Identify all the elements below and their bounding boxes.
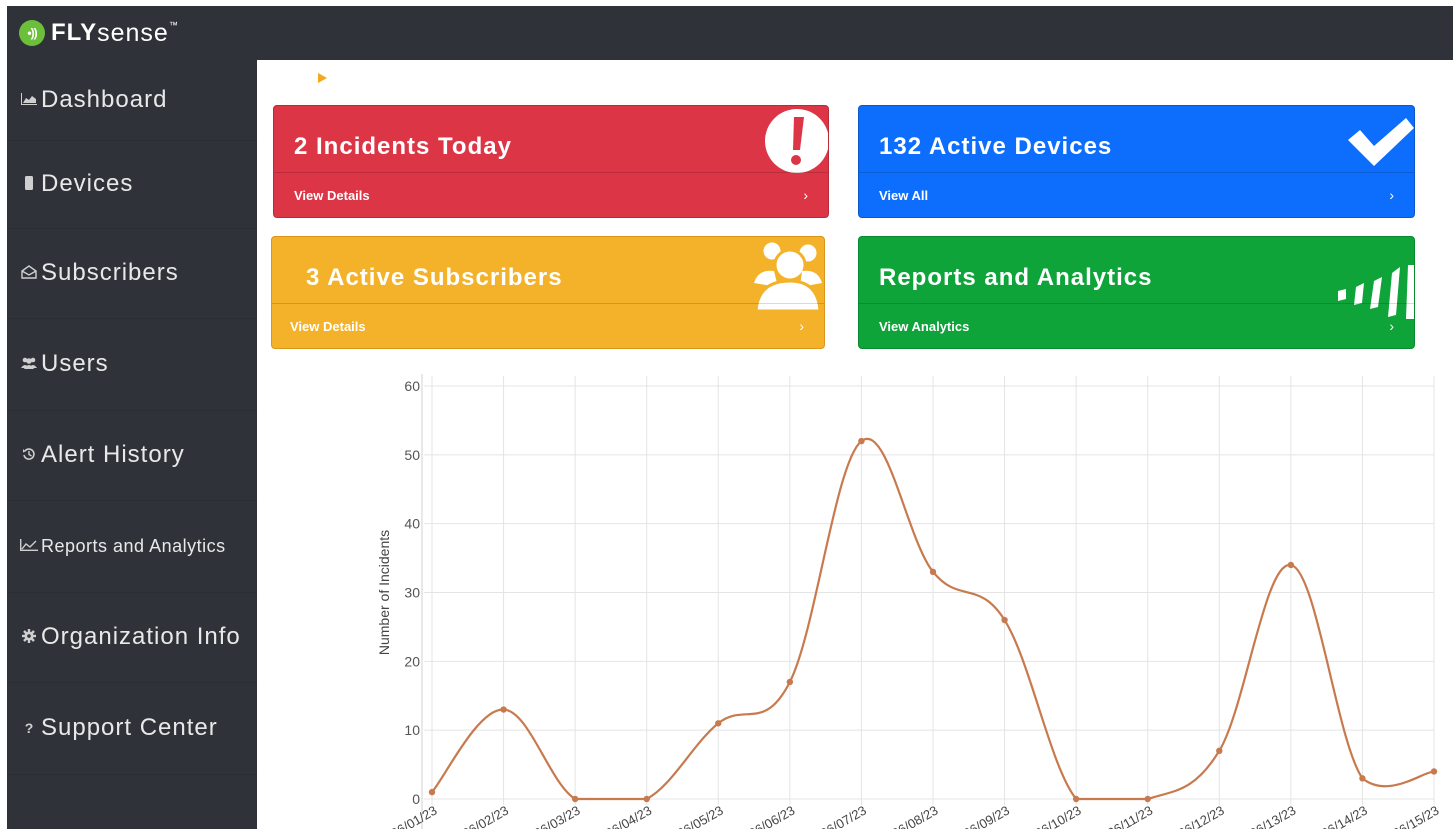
- y-axis-label: Number of Incidents: [376, 530, 392, 655]
- devices-card-title: 132 Active Devices: [879, 133, 1113, 160]
- envelope-icon: [19, 264, 39, 282]
- sidebar-item-label: Subscribers: [41, 259, 179, 286]
- device-icon: [19, 175, 39, 193]
- area-chart-icon: [19, 92, 39, 108]
- x-tick-label: 06/09/23: [961, 803, 1012, 829]
- data-point: [428, 788, 436, 796]
- sidebar-item-label: Users: [41, 350, 109, 377]
- x-tick-label: 06/13/23: [1247, 803, 1298, 829]
- data-point: [571, 795, 579, 803]
- y-tick-label: 50: [404, 447, 420, 463]
- data-point: [1216, 747, 1223, 755]
- data-point: [786, 678, 794, 686]
- sidebar-item-organization-info[interactable]: Organization Info: [7, 592, 257, 683]
- data-point: [858, 437, 865, 445]
- x-tick-label: 06/05/23: [674, 803, 725, 829]
- x-tick-label: 06/08/23: [889, 803, 940, 829]
- data-point: [715, 720, 722, 727]
- subscribers-card[interactable]: 3 Active Subscribers View Details ›: [271, 236, 825, 349]
- brand-name-light: sense: [97, 18, 169, 47]
- checkmark-icon: [1346, 118, 1414, 173]
- chevron-right-icon: ›: [799, 318, 804, 334]
- sidebar-item-label: Alert History: [41, 441, 185, 468]
- chevron-right-icon: ›: [1389, 187, 1394, 203]
- y-tick-label: 60: [404, 378, 420, 394]
- y-tick-label: 10: [404, 722, 420, 738]
- card-link-label: View All: [879, 187, 929, 203]
- x-tick-label: 06/07/23: [818, 803, 869, 829]
- data-point: [1287, 561, 1295, 569]
- users-icon: [19, 356, 39, 372]
- data-point: [1144, 795, 1151, 803]
- question-icon: ?: [24, 720, 34, 736]
- data-point: [500, 706, 507, 713]
- brand-name-bold: FLY: [51, 19, 98, 46]
- card-link-label: View Analytics: [879, 318, 970, 334]
- data-point: [1001, 616, 1008, 624]
- incidents-line-chart: 0 10 20 30 40 50 60 Number of Incidents 06/01/23…: [362, 368, 1453, 829]
- data-point: [643, 795, 650, 803]
- data-point: [929, 568, 937, 576]
- chevron-right-icon: ›: [803, 187, 808, 203]
- x-tick-label: 06/02/23: [460, 803, 511, 829]
- trademark-symbol: ™: [168, 20, 178, 30]
- sidebar-item-label: Reports and Analytics: [41, 535, 226, 556]
- subscribers-card-title: 3 Active Subscribers: [306, 264, 563, 291]
- sidebar-item-dashboard[interactable]: Dashboard: [7, 60, 257, 141]
- main-content: 2 Incidents Today View Details › 132 Act…: [257, 60, 1453, 829]
- sidebar-item-label: Organization Info: [41, 623, 241, 650]
- top-bar: •)) FLY sense ™: [7, 6, 1453, 60]
- x-tick-label: 06/03/23: [531, 803, 582, 829]
- chart-svg: 0102030405060Number of Incidents06/01/23…: [376, 374, 1442, 829]
- y-tick-label: 40: [404, 516, 420, 532]
- sidebar: Dashboard Devices Subscribers Users Aler…: [7, 60, 257, 829]
- reports-card-title: Reports and Analytics: [879, 264, 1153, 291]
- sidebar-item-subscribers[interactable]: Subscribers: [7, 228, 257, 319]
- y-tick-label: 20: [404, 653, 420, 669]
- sidebar-item-label: Support Center: [41, 714, 218, 741]
- data-point: [1430, 768, 1438, 775]
- devices-card[interactable]: 132 Active Devices View All ›: [858, 105, 1415, 218]
- exclamation-icon: [764, 108, 828, 179]
- card-link-label: View Details: [294, 187, 370, 203]
- subscribers-view-details-link[interactable]: View Details ›: [272, 303, 824, 348]
- sidebar-item-label: Devices: [41, 170, 134, 197]
- data-point: [1072, 795, 1080, 803]
- sidebar-item-users[interactable]: Users: [7, 318, 257, 411]
- wifi-signal-icon: •)): [19, 20, 45, 46]
- x-tick-label: 06/14/23: [1319, 803, 1370, 829]
- reports-view-analytics-link[interactable]: View Analytics ›: [859, 303, 1414, 348]
- x-tick-label: 06/11/23: [1105, 803, 1155, 829]
- incidents-card[interactable]: 2 Incidents Today View Details ›: [273, 105, 829, 218]
- sidebar-item-label: Dashboard: [41, 86, 168, 113]
- card-link-label: View Details: [290, 318, 366, 334]
- data-point: [1359, 775, 1366, 782]
- y-tick-label: 0: [412, 791, 420, 807]
- line-chart-icon: [19, 538, 39, 554]
- incidents-card-title: 2 Incidents Today: [294, 133, 512, 160]
- chevron-right-icon: ›: [1389, 318, 1394, 334]
- sidebar-item-alert-history[interactable]: Alert History: [7, 410, 257, 501]
- app-frame: •)) FLY sense ™ Dashboard Devices Subscr…: [7, 6, 1453, 829]
- devices-view-all-link[interactable]: View All ›: [859, 172, 1414, 217]
- sidebar-item-reports-analytics[interactable]: Reports and Analytics: [7, 500, 257, 593]
- x-tick-label: 06/04/23: [603, 803, 654, 829]
- reports-card[interactable]: Reports and Analytics View Analytics ›: [858, 236, 1415, 349]
- sidebar-item-support-center[interactable]: ? Support Center: [7, 682, 257, 775]
- sidebar-item-devices[interactable]: Devices: [7, 140, 257, 229]
- play-arrow-icon: [318, 73, 327, 83]
- x-tick-label: 06/12/23: [1175, 803, 1226, 829]
- x-tick-label: 06/10/23: [1032, 803, 1083, 829]
- gear-icon: [19, 628, 39, 646]
- incidents-view-details-link[interactable]: View Details ›: [274, 172, 828, 217]
- x-tick-label: 06/15/23: [1390, 803, 1441, 829]
- history-icon: [19, 447, 39, 464]
- y-tick-label: 30: [404, 585, 420, 601]
- brand-logo[interactable]: •)) FLY sense ™: [19, 18, 178, 48]
- x-tick-label: 06/06/23: [746, 803, 797, 829]
